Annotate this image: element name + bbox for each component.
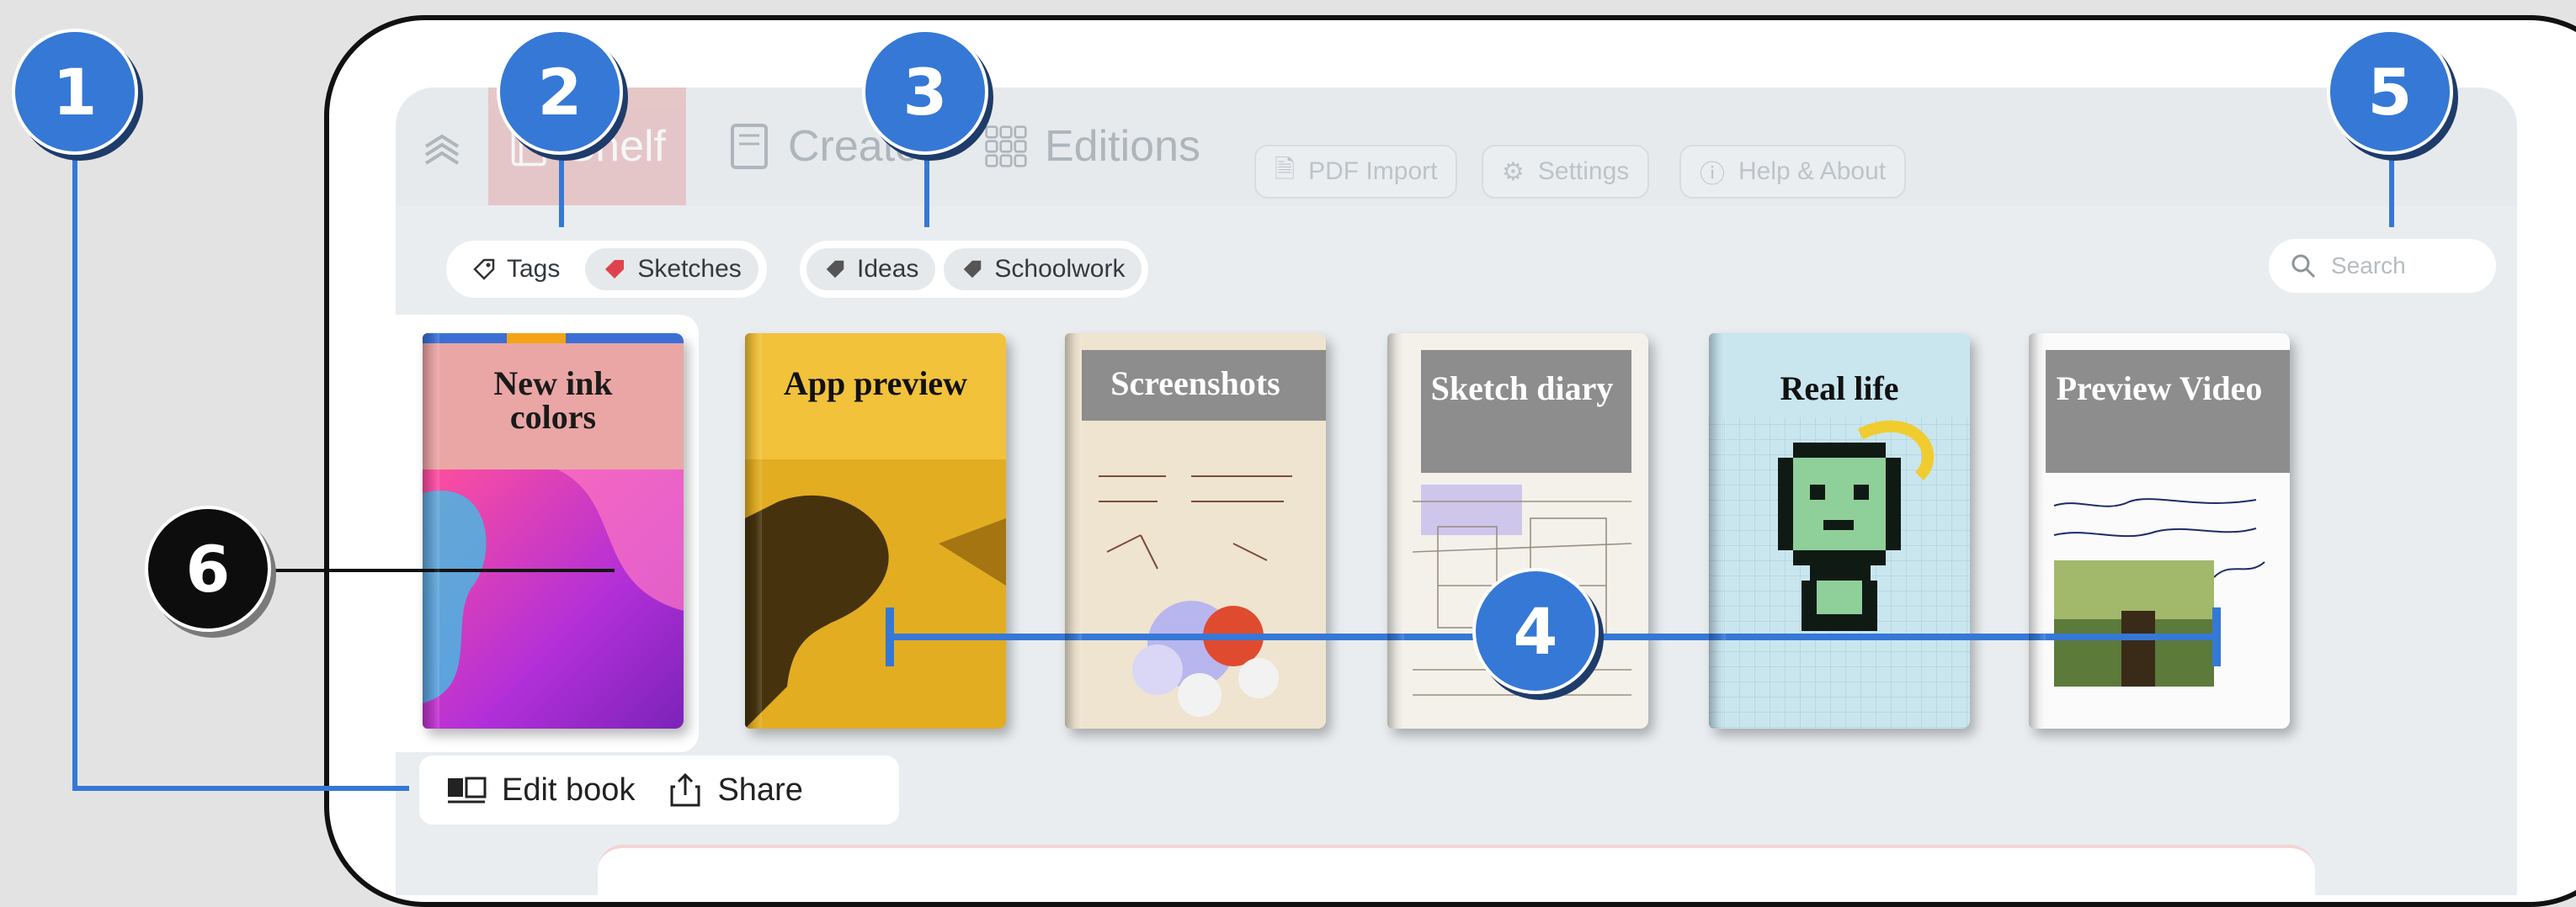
callout-3: 3: [862, 29, 988, 155]
book-screenshots[interactable]: Screenshots: [1065, 333, 1326, 729]
tab-editions-label: Editions: [1045, 122, 1200, 171]
book-new-ink-colors[interactable]: New ink colors: [423, 333, 684, 729]
search-icon: [2291, 254, 2316, 278]
tags-filter-group: Tags Sketches: [446, 241, 767, 298]
callout-1: 1: [12, 29, 138, 155]
settings-label: Settings: [1537, 157, 1630, 185]
book-title: App preview: [783, 364, 968, 402]
book-spine: [1387, 333, 1404, 729]
callout-2-leader: [559, 143, 564, 227]
book-real-life[interactable]: Real life: [1709, 333, 1970, 729]
search-field[interactable]: [2269, 239, 2496, 293]
share-button[interactable]: Share: [668, 772, 803, 809]
edit-book-label: Edit book: [502, 772, 636, 808]
info-icon: ⓘ: [1700, 161, 1725, 188]
help-about-label: Help & About: [1738, 157, 1887, 185]
help-about-button[interactable]: ⓘ Help & About: [1679, 145, 1907, 199]
callout-1-leader: [72, 786, 409, 791]
app-screen: Shelf Create Editions 🗎 PDF Import ⚙ Set…: [396, 88, 2517, 895]
book-spine: [423, 333, 439, 729]
tag-outline-icon: [473, 258, 495, 280]
book-spine: [745, 333, 762, 729]
pdf-icon: 🗎: [1275, 155, 1296, 183]
share-label: Share: [717, 772, 803, 808]
book-preview-video[interactable]: Preview Video: [2029, 333, 2290, 729]
pdf-import-button[interactable]: 🗎 PDF Import: [1254, 145, 1458, 199]
tag-ideas[interactable]: Ideas: [806, 248, 936, 290]
callout-3-leader: [924, 143, 929, 227]
notebook-icon: [731, 124, 768, 169]
tag-red-icon: [605, 260, 625, 278]
book-title: New ink colors: [493, 364, 613, 436]
book-title: Sketch diary: [1430, 369, 1614, 407]
tag-schoolwork[interactable]: Schoolwork: [944, 248, 1142, 290]
callout-5-leader: [2389, 143, 2394, 227]
annotated-screenshot: Shelf Create Editions 🗎 PDF Import ⚙ Set…: [0, 0, 2576, 907]
search-input[interactable]: [2329, 252, 2467, 280]
tag-sketches-label: Sketches: [637, 255, 742, 283]
tags-label: Tags: [507, 255, 561, 283]
tag-gray-icon: [826, 260, 844, 278]
callout-5: 5: [2327, 29, 2453, 155]
collapse-chevrons-icon[interactable]: [421, 128, 463, 167]
book-title: Screenshots: [1110, 364, 1280, 402]
title-band: [2046, 350, 2290, 473]
callout-4-span-right-cap: [2212, 607, 2221, 666]
callout-4-span-left-cap: [886, 607, 894, 666]
edit-book-button[interactable]: Edit book: [446, 772, 635, 809]
tags-toggle[interactable]: Tags: [455, 248, 577, 290]
gear-icon: ⚙: [1502, 157, 1525, 186]
callout-6: 6: [145, 506, 271, 632]
content-panel: [598, 845, 2315, 895]
book-spine: [1065, 333, 1082, 729]
title-band: [1421, 350, 1631, 473]
pdf-import-label: PDF Import: [1308, 157, 1438, 185]
tab-editions[interactable]: Editions: [964, 88, 1221, 205]
share-icon: [670, 772, 700, 807]
tag-gray-icon: [964, 260, 982, 278]
book-spine: [1709, 333, 1726, 729]
grid-icon: [985, 125, 1027, 167]
tag-ideas-label: Ideas: [857, 255, 919, 283]
callout-6-leader: [269, 569, 615, 572]
book-spine: [2029, 333, 2046, 729]
book-action-bar: Edit book Share: [419, 756, 899, 825]
book-title: Real life: [1780, 369, 1899, 407]
edit-book-icon: [448, 777, 487, 804]
callout-1-leader: [72, 143, 77, 791]
tag-schoolwork-label: Schoolwork: [994, 255, 1126, 283]
callout-4: 4: [1472, 568, 1599, 694]
tags-filter-group-2: Ideas Schoolwork: [800, 241, 1149, 298]
app-toolbar: Shelf Create Editions 🗎 PDF Import ⚙ Set…: [396, 88, 2517, 205]
settings-button[interactable]: ⚙ Settings: [1482, 145, 1650, 199]
book-title: Preview Video: [2056, 369, 2263, 407]
tag-sketches[interactable]: Sketches: [585, 248, 758, 290]
book-app-preview[interactable]: App preview: [745, 333, 1006, 729]
callout-2: 2: [497, 29, 623, 155]
